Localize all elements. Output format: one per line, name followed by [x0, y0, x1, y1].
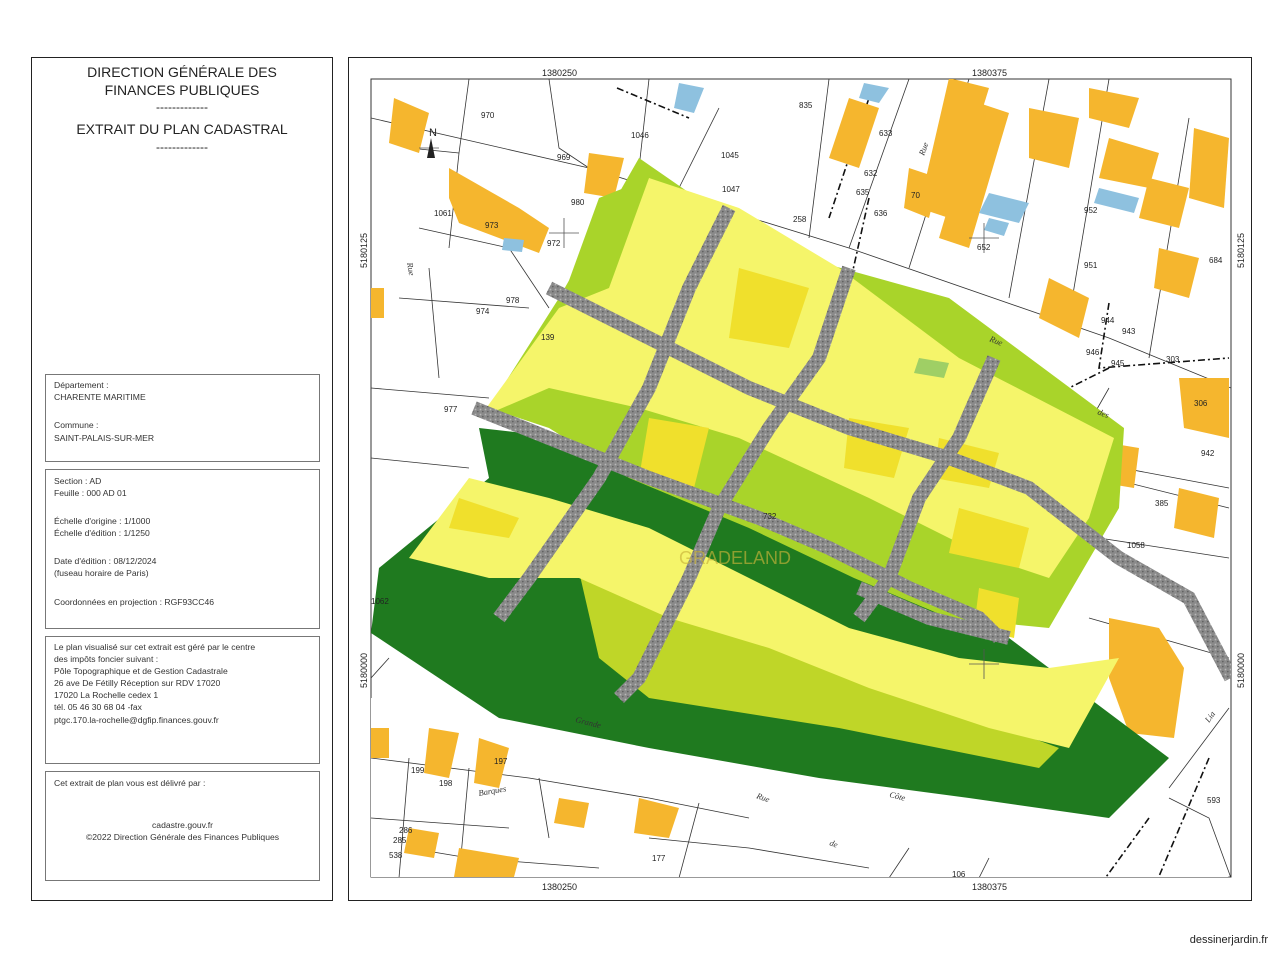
parcel-label: 1058 — [1127, 541, 1145, 550]
header-line-1: DIRECTION GÉNÉRALE DES — [87, 64, 277, 80]
parcel-label: 974 — [476, 307, 490, 316]
parcel-label: 835 — [799, 101, 813, 110]
parcel-label: 942 — [1201, 449, 1215, 458]
parcel-label: 1061 — [434, 209, 452, 218]
centre-line-1: Le plan visualisé sur cet extrait est gé… — [54, 642, 256, 652]
parcel-label: 106 — [952, 870, 966, 879]
parcel-label: 952 — [1084, 206, 1098, 215]
parcel-label: 139 — [541, 333, 555, 342]
parcel-label: 1062 — [371, 597, 389, 606]
parcel-label: 385 — [1155, 499, 1169, 508]
parcel-label: 732 — [763, 512, 777, 521]
coordonnees-text: Coordonnées en projection : RGF93CC46 — [54, 597, 215, 607]
header-separator-2: ------------- — [156, 140, 208, 154]
parcel-label: 306 — [1194, 399, 1208, 408]
parcel-label: 973 — [485, 221, 499, 230]
parcel-label: 978 — [506, 296, 520, 305]
parcel-label: 972 — [547, 239, 561, 248]
centre-line-3: Pôle Topographique et de Gestion Cadastr… — [54, 666, 228, 676]
parcel-label: 633 — [879, 129, 893, 138]
fuseau-text: (fuseau horaire de Paris) — [54, 568, 149, 578]
parcel-label: 945 — [1111, 359, 1125, 368]
parcel-label: 1047 — [722, 185, 740, 194]
cadastral-map[interactable]: N 1380250 1380375 1380250 1380375 518012… — [348, 57, 1252, 901]
parcel-label: 636 — [874, 209, 888, 218]
info-panel: DIRECTION GÉNÉRALE DES FINANCES PUBLIQUE… — [31, 57, 333, 901]
parcel-label: 303 — [1166, 355, 1180, 364]
header-separator-1: ------------- — [156, 100, 208, 114]
parcel-label: 1045 — [721, 151, 739, 160]
parcel-label: 197 — [494, 757, 508, 766]
feuille-text: Feuille : 000 AD 01 — [54, 488, 127, 498]
commune-value: SAINT-PALAIS-SUR-MER — [54, 433, 155, 443]
centre-line-4: 26 ave De Fétilly Réception sur RDV 1702… — [54, 678, 221, 688]
coord-top-left: 1380250 — [542, 68, 577, 78]
echelle-edition-text: Échelle d'édition : 1/1250 — [54, 528, 150, 538]
header-title: EXTRAIT DU PLAN CADASTRAL — [76, 121, 288, 137]
parcel-label: 970 — [481, 111, 495, 120]
department-label: Département : — [54, 380, 109, 390]
coord-bottom-left: 1380250 — [542, 882, 577, 892]
coord-left-bottom: 5180000 — [359, 653, 369, 688]
coord-right-top: 5180125 — [1236, 233, 1246, 268]
parcel-label: 946 — [1086, 348, 1100, 357]
parcel-label: 199 — [411, 766, 425, 775]
commune-label: Commune : — [54, 420, 99, 430]
centre-line-6: tél. 05 46 30 68 04 -fax — [54, 702, 142, 712]
delivery-copyright: ©2022 Direction Générale des Finances Pu… — [85, 832, 280, 842]
parcel-label: 652 — [977, 243, 991, 252]
sheet-info-box: Section : AD Feuille : 000 AD 01 Échelle… — [45, 469, 320, 629]
parcel-label: 632 — [864, 169, 878, 178]
location-box: Département : CHARENTE MARITIME Commune … — [45, 374, 320, 462]
parcel-label: 285 — [393, 836, 407, 845]
parcel-label: 177 — [652, 854, 666, 863]
coord-right-bottom: 5180000 — [1236, 653, 1246, 688]
parcel-label: 635 — [856, 188, 870, 197]
centre-line-2: des impôts foncier suivant : — [54, 654, 159, 664]
svg-text:N: N — [429, 127, 437, 139]
echelle-origine-text: Échelle d'origine : 1/1000 — [54, 516, 151, 526]
parcel-label: 944 — [1101, 316, 1115, 325]
parcel-label: 198 — [439, 779, 453, 788]
parcel-label: 286 — [399, 826, 413, 835]
parcel-label: 969 — [557, 153, 571, 162]
watermark-text: dessinerjardin.fr — [1189, 934, 1268, 946]
department-value: CHARENTE MARITIME — [54, 392, 146, 402]
parcel-label: 538 — [389, 851, 403, 860]
delivery-box: Cet extrait de plan vous est délivré par… — [45, 771, 320, 881]
map-canvas: N 1380250 1380375 1380250 1380375 518012… — [359, 68, 1246, 892]
parcel-label: 684 — [1209, 256, 1223, 265]
parcel-label: 977 — [444, 405, 458, 414]
parcel-label: 951 — [1084, 261, 1098, 270]
parcel-label: 1046 — [631, 131, 649, 140]
parcel-label: 943 — [1122, 327, 1136, 336]
coord-bottom-right: 1380375 — [972, 882, 1007, 892]
date-edition-text: Date d'édition : 08/12/2024 — [54, 556, 157, 566]
coord-left-top: 5180125 — [359, 233, 369, 268]
parcel-label: 258 — [793, 215, 807, 224]
centre-line-7: ptgc.170.la-rochelle@dgfip.finances.gouv… — [54, 715, 219, 725]
area-name-label: GRADELAND — [679, 548, 791, 568]
parcel-label: 980 — [571, 198, 585, 207]
parcel-label: 593 — [1207, 796, 1221, 805]
header-line-2: FINANCES PUBLIQUES — [104, 82, 260, 98]
section-text: Section : AD — [54, 476, 102, 486]
tax-centre-box: Le plan visualisé sur cet extrait est gé… — [45, 636, 320, 764]
centre-line-5: 17020 La Rochelle cedex 1 — [54, 690, 159, 700]
parcel-label: 70 — [911, 191, 920, 200]
coord-top-right: 1380375 — [972, 68, 1007, 78]
delivery-line-1: Cet extrait de plan vous est délivré par… — [54, 778, 206, 788]
delivery-site: cadastre.gouv.fr — [152, 820, 213, 830]
